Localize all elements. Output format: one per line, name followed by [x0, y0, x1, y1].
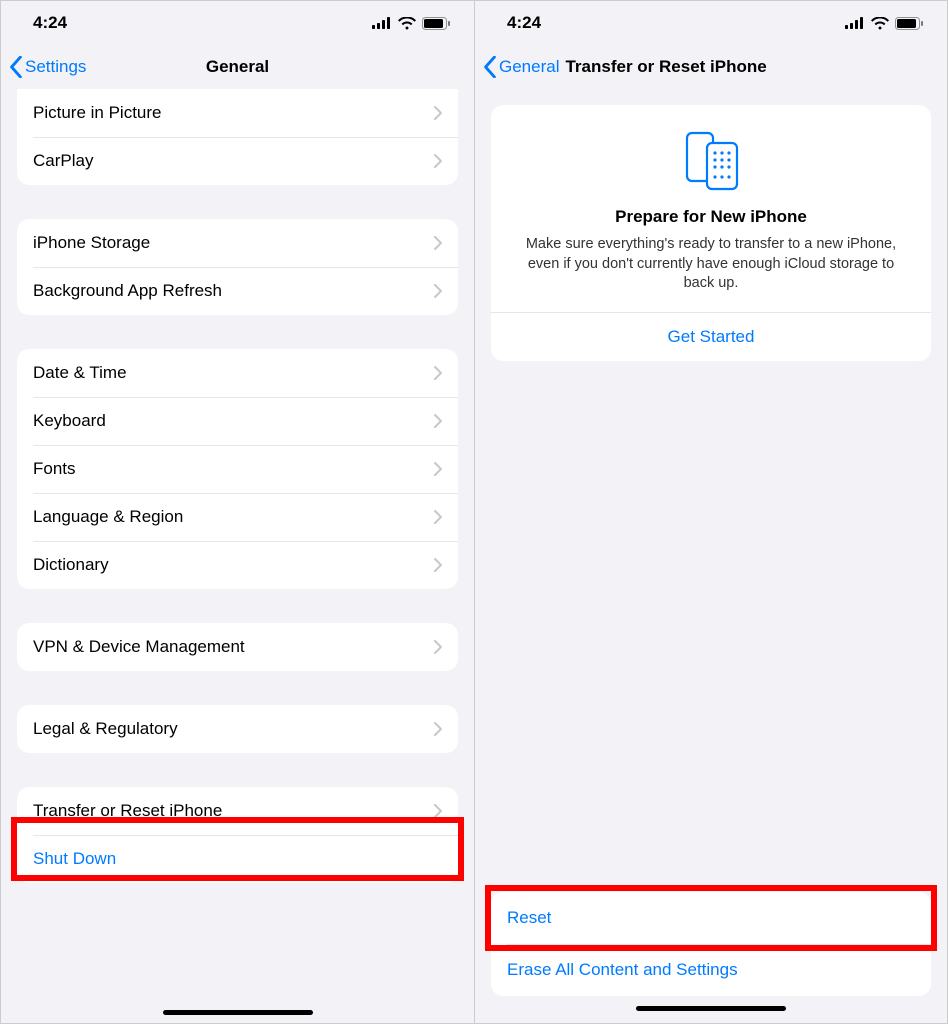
settings-group: Legal & Regulatory — [17, 705, 458, 753]
chevron-right-icon — [434, 722, 442, 736]
row-label: CarPlay — [33, 151, 434, 171]
row-label: Reset — [507, 908, 915, 928]
chevron-left-icon — [9, 56, 23, 78]
row-label: Date & Time — [33, 363, 434, 383]
row-label: VPN & Device Management — [33, 637, 434, 657]
row-dictionary[interactable]: Dictionary — [17, 541, 458, 589]
row-keyboard[interactable]: Keyboard — [17, 397, 458, 445]
cellular-icon — [845, 17, 865, 29]
wifi-icon — [398, 17, 416, 30]
row-label: Keyboard — [33, 411, 434, 431]
status-time: 4:24 — [507, 13, 541, 33]
row-label: Fonts — [33, 459, 434, 479]
status-time: 4:24 — [33, 13, 67, 33]
back-button[interactable]: General — [483, 56, 559, 78]
row-label: Background App Refresh — [33, 281, 434, 301]
back-label: Settings — [25, 57, 86, 77]
chevron-right-icon — [434, 640, 442, 654]
page-title: Transfer or Reset iPhone — [565, 57, 766, 77]
nav-bar: General Transfer or Reset iPhone — [475, 45, 947, 89]
row-legal-regulatory[interactable]: Legal & Regulatory — [17, 705, 458, 753]
settings-group: iPhone Storage Background App Refresh — [17, 219, 458, 315]
status-bar: 4:24 — [475, 1, 947, 45]
chevron-right-icon — [434, 804, 442, 818]
status-bar: 4:24 — [1, 1, 474, 45]
settings-group: VPN & Device Management — [17, 623, 458, 671]
chevron-right-icon — [434, 558, 442, 572]
wifi-icon — [871, 17, 889, 30]
row-date-time[interactable]: Date & Time — [17, 349, 458, 397]
content: Picture in Picture CarPlay iPhone Storag… — [1, 89, 474, 1023]
chevron-right-icon — [434, 366, 442, 380]
row-transfer-reset[interactable]: Transfer or Reset iPhone — [17, 787, 458, 835]
row-label: Legal & Regulatory — [33, 719, 434, 739]
row-label: Erase All Content and Settings — [507, 960, 915, 980]
content: Prepare for New iPhone Make sure everyth… — [475, 89, 947, 1023]
row-iphone-storage[interactable]: iPhone Storage — [17, 219, 458, 267]
transfer-devices-icon — [677, 131, 745, 191]
chevron-right-icon — [434, 106, 442, 120]
row-erase-all[interactable]: Erase All Content and Settings — [491, 944, 931, 996]
status-indicators — [372, 17, 450, 30]
settings-group: Picture in Picture CarPlay — [17, 89, 458, 185]
row-picture-in-picture[interactable]: Picture in Picture — [17, 89, 458, 137]
settings-group: Date & Time Keyboard Fonts Language & Re… — [17, 349, 458, 589]
row-shut-down[interactable]: Shut Down — [17, 835, 458, 883]
row-vpn-device-management[interactable]: VPN & Device Management — [17, 623, 458, 671]
row-carplay[interactable]: CarPlay — [17, 137, 458, 185]
chevron-right-icon — [434, 154, 442, 168]
chevron-right-icon — [434, 510, 442, 524]
battery-icon — [422, 17, 450, 30]
prepare-card: Prepare for New iPhone Make sure everyth… — [491, 105, 931, 361]
phone-left: 4:24 Settings General Picture in Picture… — [1, 1, 474, 1023]
row-language-region[interactable]: Language & Region — [17, 493, 458, 541]
bottom-area: Reset Erase All Content and Settings — [475, 892, 947, 1023]
settings-group: Transfer or Reset iPhone Shut Down — [17, 787, 458, 883]
reset-group: Reset Erase All Content and Settings — [491, 892, 931, 996]
chevron-right-icon — [434, 414, 442, 428]
card-subtitle: Make sure everything's ready to transfer… — [507, 235, 915, 294]
row-label: Picture in Picture — [33, 103, 434, 123]
row-label: Language & Region — [33, 507, 434, 527]
cellular-icon — [372, 17, 392, 29]
home-indicator[interactable] — [636, 1006, 786, 1011]
status-indicators — [845, 17, 923, 30]
row-background-app-refresh[interactable]: Background App Refresh — [17, 267, 458, 315]
card-title: Prepare for New iPhone — [507, 207, 915, 227]
chevron-right-icon — [434, 236, 442, 250]
row-label: iPhone Storage — [33, 233, 434, 253]
chevron-right-icon — [434, 284, 442, 298]
chevron-right-icon — [434, 462, 442, 476]
back-button[interactable]: Settings — [9, 56, 86, 78]
get-started-button[interactable]: Get Started — [507, 313, 915, 361]
chevron-left-icon — [483, 56, 497, 78]
row-label: Transfer or Reset iPhone — [33, 801, 434, 821]
row-fonts[interactable]: Fonts — [17, 445, 458, 493]
back-label: General — [499, 57, 559, 77]
nav-bar: Settings General — [1, 45, 474, 89]
row-reset[interactable]: Reset — [491, 892, 931, 944]
battery-icon — [895, 17, 923, 30]
row-label: Dictionary — [33, 555, 434, 575]
phone-right: 4:24 General Transfer or Reset iPhone — [474, 1, 947, 1023]
home-indicator[interactable] — [163, 1010, 313, 1015]
row-label: Shut Down — [33, 849, 442, 869]
